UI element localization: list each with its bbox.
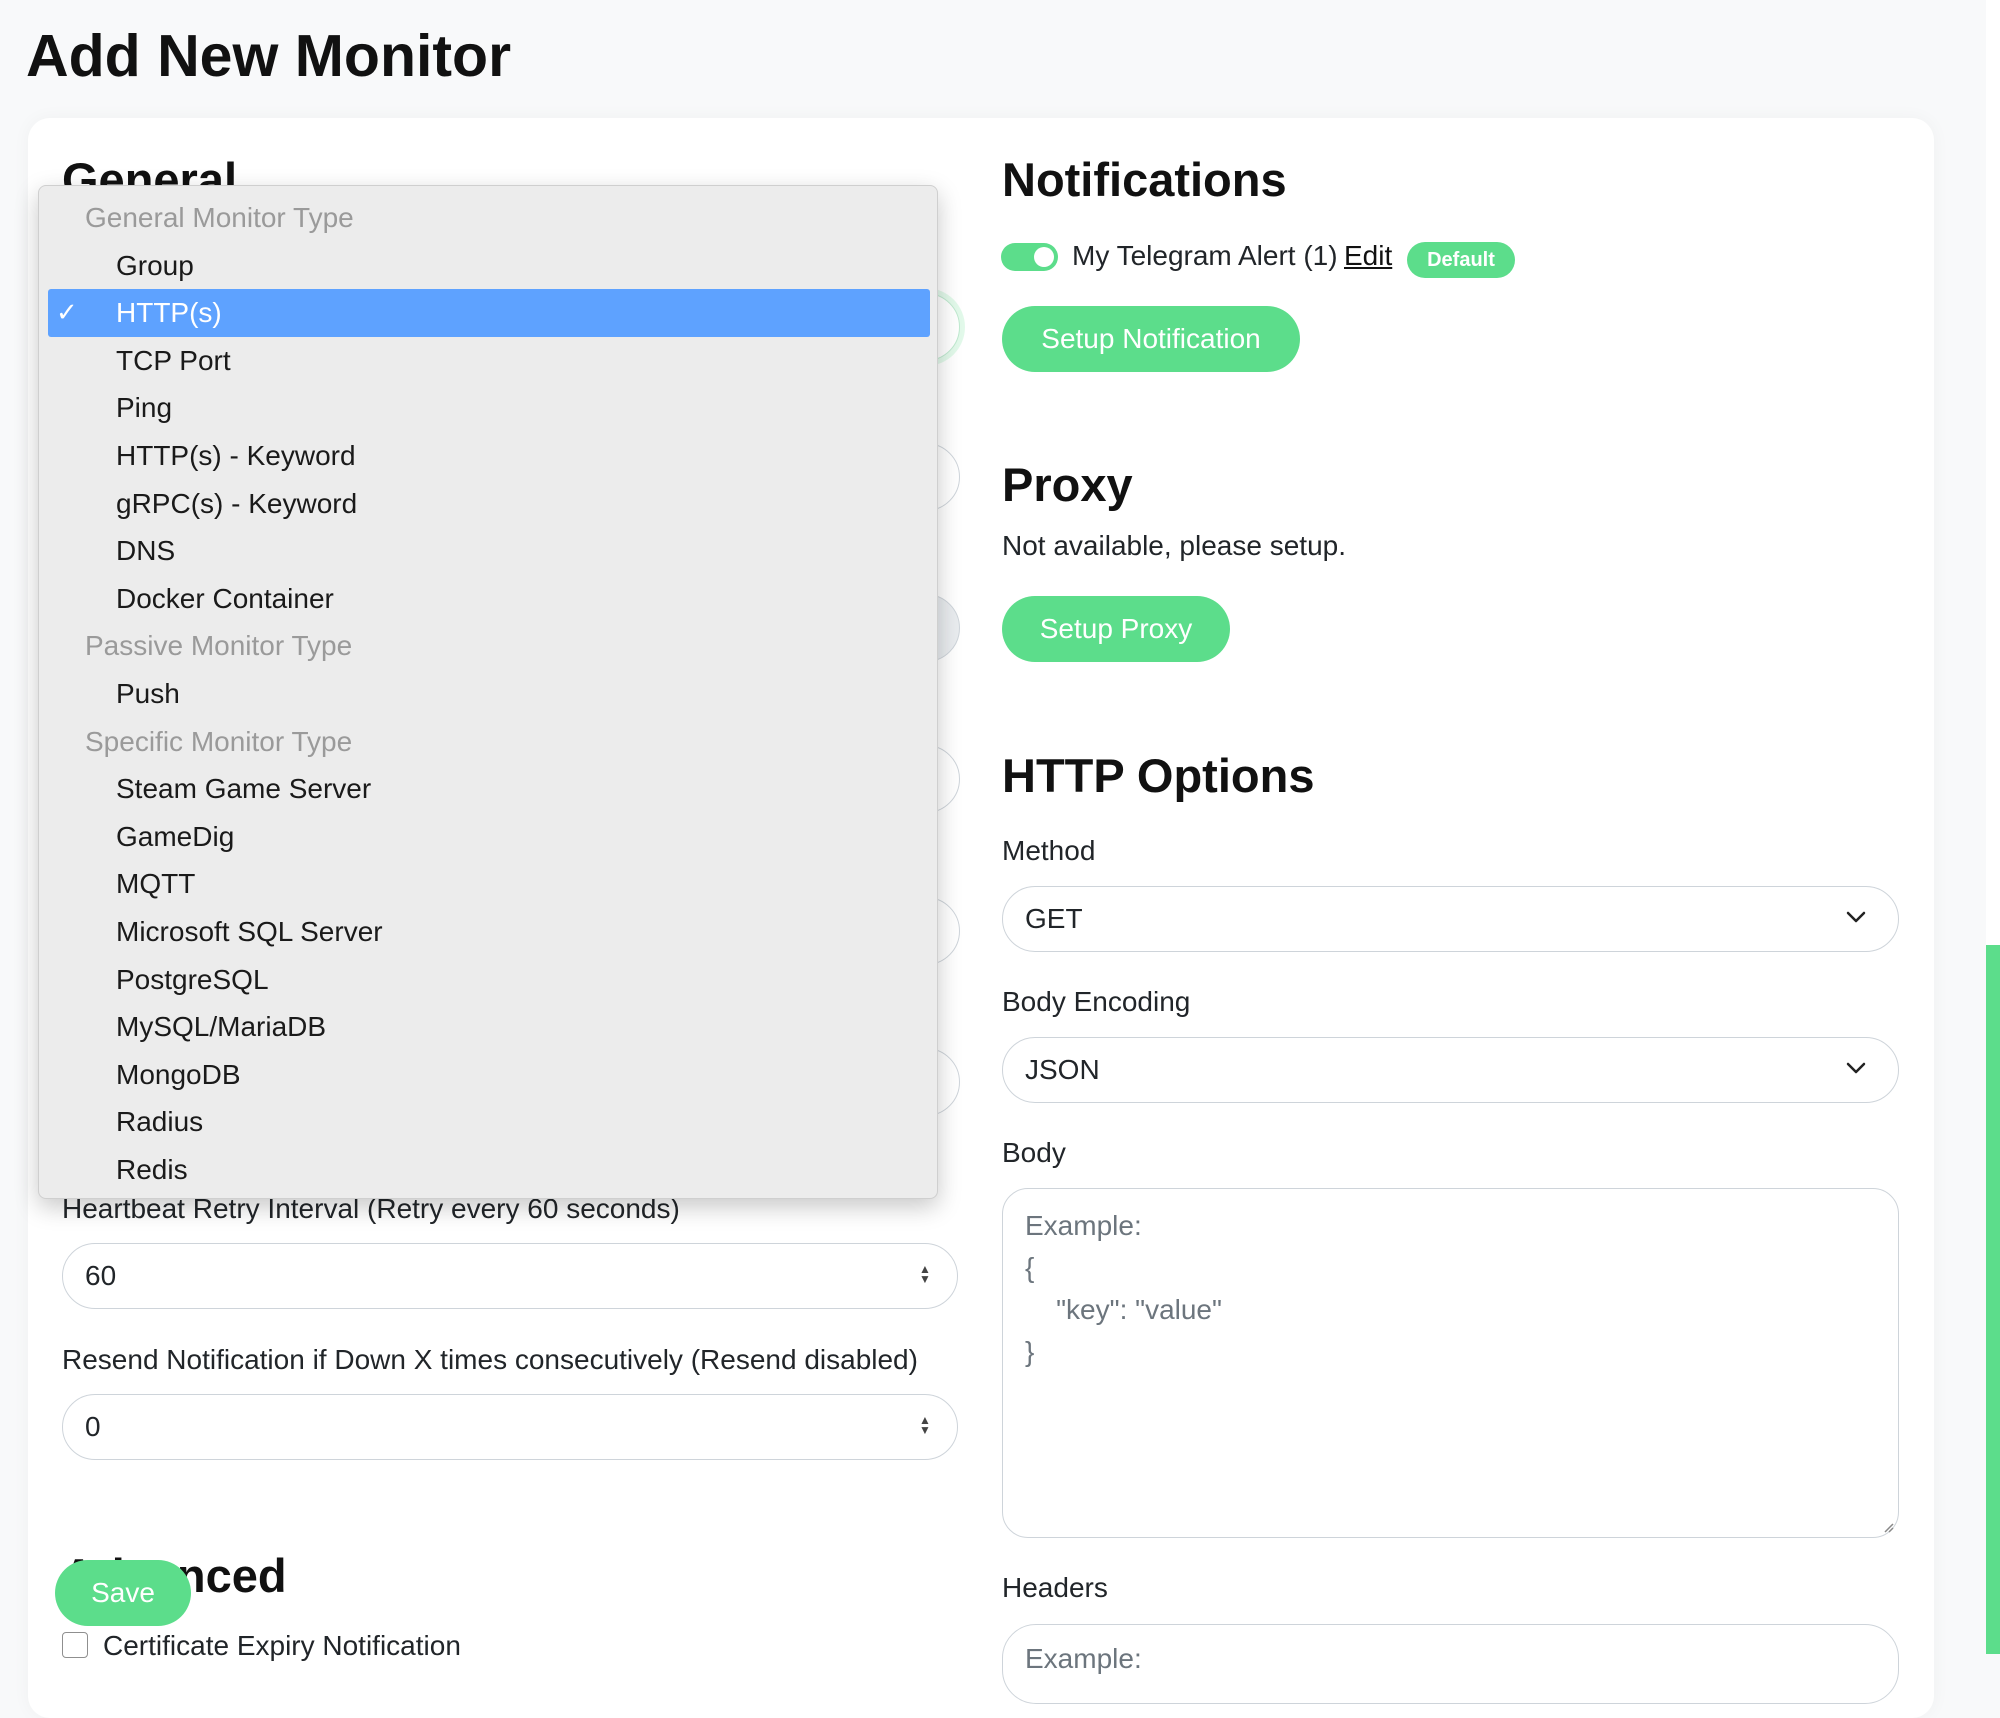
toggle-knob	[1034, 247, 1054, 267]
dropdown-option-label: Redis	[116, 1154, 188, 1185]
dropdown-option-label: GameDig	[116, 820, 235, 852]
dropdown-option-label: TCP Port	[116, 344, 231, 376]
http-options-heading: HTTP Options	[1002, 749, 1315, 802]
dropdown-option[interactable]: Push	[39, 670, 937, 718]
dropdown-option[interactable]: Microsoft SQL Server	[39, 908, 937, 956]
dropdown-option[interactable]: Docker Container	[39, 575, 937, 623]
stepper-icon[interactable]: ▲ ▼	[917, 1414, 933, 1439]
headers-textarea[interactable]: Example:	[1002, 1624, 1899, 1704]
page-title: Add New Monitor	[26, 23, 512, 89]
save-button[interactable]: Save	[55, 1560, 191, 1626]
resize-handle-icon[interactable]	[1880, 1519, 1894, 1533]
dropdown-option[interactable]: Group	[39, 242, 937, 290]
dropdown-option-label: PostgreSQL	[116, 963, 269, 995]
cert-expiry-checkbox[interactable]	[62, 1632, 88, 1658]
dropdown-option-label: Group	[116, 249, 194, 281]
body-textarea[interactable]: Example: { "key": "value" }	[1002, 1188, 1899, 1538]
scrollbar-accent	[1986, 945, 2000, 1654]
dropdown-option[interactable]: MQTT	[39, 860, 937, 908]
dropdown-option[interactable]: Radius	[39, 1098, 937, 1146]
dropdown-option[interactable]: Steam Game Server	[39, 765, 937, 813]
resend-label: Resend Notification if Down X times cons…	[62, 1344, 918, 1375]
method-value: GET	[1025, 903, 1083, 934]
dropdown-option-label: Push	[116, 678, 180, 709]
chevron-down-icon	[1846, 1062, 1866, 1074]
dropdown-group-header: Specific Monitor Type	[39, 718, 937, 766]
dropdown-option-label: Passive Monitor Type	[85, 630, 353, 662]
dropdown-option[interactable]: gRPC(s) - Keyword	[39, 480, 937, 528]
body-label: Body	[1002, 1137, 1066, 1168]
proxy-heading: Proxy	[1002, 458, 1133, 511]
method-select[interactable]: GET	[1002, 886, 1899, 952]
dropdown-option-label: MySQL/MariaDB	[116, 1011, 327, 1043]
dropdown-option-label: HTTP(s)	[116, 297, 222, 329]
dropdown-option[interactable]: MySQL/MariaDB	[39, 1003, 937, 1051]
method-label: Method	[1002, 835, 1096, 866]
dropdown-option-label: Radius	[116, 1106, 204, 1138]
dropdown-option[interactable]: PostgreSQL	[39, 956, 937, 1004]
headers-label: Headers	[1002, 1572, 1108, 1603]
dropdown-option-label: DNS	[116, 535, 176, 567]
body-placeholder-line: Example:	[1025, 1210, 1142, 1241]
retry-interval-value: 60	[85, 1260, 117, 1291]
dropdown-option[interactable]: DNS	[39, 527, 937, 575]
setup-proxy-button[interactable]: Setup Proxy	[1002, 596, 1230, 662]
dropdown-option-label: Ping	[116, 392, 173, 424]
dropdown-option-label: gRPC(s) - Keyword	[116, 487, 358, 519]
dropdown-option[interactable]: GameDig	[39, 813, 937, 861]
dropdown-option[interactable]: HTTP(s) - Keyword	[39, 432, 937, 480]
dropdown-option-label: MQTT	[116, 868, 196, 900]
dropdown-option-label: Specific Monitor Type	[85, 725, 353, 757]
body-encoding-label: Body Encoding	[1002, 986, 1191, 1017]
chevron-down-icon	[1846, 911, 1866, 923]
resend-input[interactable]: 0 ▲ ▼	[62, 1394, 958, 1460]
dropdown-option-label: MongoDB	[116, 1058, 241, 1090]
default-badge: Default	[1407, 242, 1515, 278]
dropdown-option[interactable]: Ping	[39, 384, 937, 432]
body-encoding-select[interactable]: JSON	[1002, 1037, 1899, 1103]
headers-placeholder: Example:	[1025, 1643, 1142, 1674]
dropdown-option[interactable]: Redis	[39, 1146, 937, 1194]
edit-notification-link[interactable]: Edit	[1344, 240, 1392, 272]
dropdown-option-label: Microsoft SQL Server	[116, 916, 383, 947]
monitor-type-dropdown: General Monitor Type Group ✓ HTTP(s) TCP Por…	[38, 185, 938, 1199]
resend-value: 0	[85, 1411, 101, 1442]
dropdown-option-label: General Monitor Type	[85, 202, 354, 233]
dropdown-option-label: Steam Game Server	[116, 773, 372, 805]
notifications-heading: Notifications	[1002, 153, 1287, 206]
dropdown-option-label: HTTP(s) - Keyword	[116, 440, 356, 471]
proxy-message: Not available, please setup.	[1002, 530, 1346, 561]
dropdown-option[interactable]: TCP Port	[39, 337, 937, 385]
notification-item-label: My Telegram Alert (1)	[1072, 240, 1338, 271]
stepper-icon[interactable]: ▲ ▼	[917, 1263, 933, 1288]
body-placeholder-line: }	[1025, 1336, 1035, 1367]
dropdown-group-header: Passive Monitor Type	[39, 622, 937, 670]
retry-interval-input[interactable]: 60 ▲ ▼	[62, 1243, 958, 1309]
checkmark-icon: ✓	[56, 297, 78, 328]
cert-expiry-label: Certificate Expiry Notification	[103, 1630, 461, 1661]
dropdown-option[interactable]: ✓ HTTP(s)	[48, 289, 930, 337]
body-placeholder-line: "key": "value"	[1025, 1294, 1222, 1325]
dropdown-option-label: Docker Container	[116, 582, 334, 614]
setup-notification-button[interactable]: Setup Notification	[1002, 306, 1300, 372]
notification-toggle[interactable]	[1001, 243, 1058, 271]
body-placeholder-line: {	[1025, 1252, 1035, 1283]
dropdown-option[interactable]: MongoDB	[39, 1051, 937, 1099]
dropdown-group-header: General Monitor Type	[39, 194, 937, 242]
body-encoding-value: JSON	[1025, 1054, 1100, 1085]
